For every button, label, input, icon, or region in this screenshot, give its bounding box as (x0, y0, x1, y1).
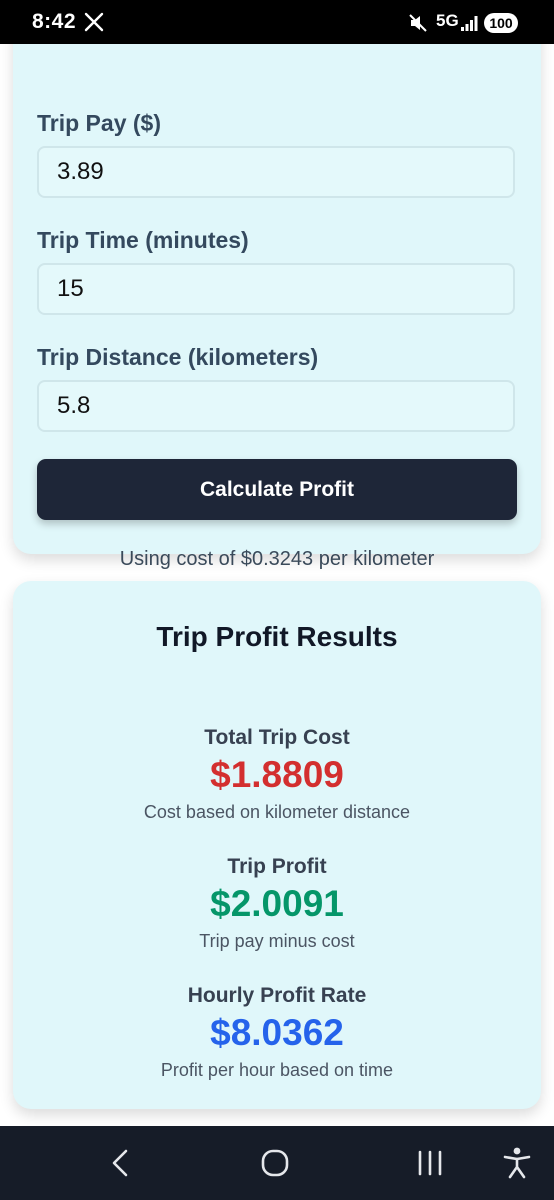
trip-distance-input[interactable] (37, 380, 515, 432)
x-app-icon (84, 12, 104, 32)
total-cost-desc: Cost based on kilometer distance (143, 802, 411, 822)
mute-icon (409, 14, 427, 32)
navigation-bar (0, 1126, 554, 1200)
battery-icon: 100 (484, 13, 518, 33)
total-cost-value: $1.8809 (210, 754, 344, 795)
network-type: 5G (436, 11, 459, 30)
trip-input-card: Trip Pay ($) Trip Time (minutes) Trip Di… (13, 44, 541, 570)
trip-pay-label: Trip Pay ($) (37, 110, 161, 136)
home-icon[interactable] (255, 1143, 295, 1183)
back-icon[interactable] (100, 1143, 140, 1183)
app-content: Trip Pay ($) Trip Time (minutes) Trip Di… (0, 44, 554, 1126)
status-bar: 8:42 5G 100 (0, 0, 554, 44)
cost-per-km-note: Using cost of $0.3243 per kilometer (119, 548, 435, 570)
hourly-rate-value: $8.0362 (210, 1012, 344, 1053)
recents-icon[interactable] (410, 1143, 450, 1183)
hourly-rate-label: Hourly Profit Rate (187, 984, 367, 1007)
trip-profit-desc: Trip pay minus cost (199, 931, 355, 951)
trip-distance-label: Trip Distance (kilometers) (37, 344, 319, 370)
results-card: Trip Profit Results Total Trip Cost $1.8… (13, 581, 541, 1109)
hourly-rate-desc: Profit per hour based on time (160, 1060, 394, 1080)
total-cost-result: Total Trip Cost $1.8809 Cost based on ki… (13, 725, 541, 825)
status-time: 8:42 (32, 10, 77, 33)
total-cost-label: Total Trip Cost (204, 726, 350, 749)
signal-icon (461, 16, 478, 31)
calculate-profit-button[interactable]: Calculate Profit (37, 459, 517, 520)
trip-time-label: Trip Time (minutes) (37, 227, 249, 253)
hourly-rate-result: Hourly Profit Rate $8.0362 Profit per ho… (13, 983, 541, 1083)
trip-pay-input[interactable] (37, 146, 515, 198)
trip-time-input[interactable] (37, 263, 515, 315)
trip-profit-value: $2.0091 (210, 883, 344, 924)
accessibility-icon[interactable] (497, 1143, 537, 1183)
trip-profit-label: Trip Profit (227, 855, 327, 878)
trip-profit-result: Trip Profit $2.0091 Trip pay minus cost (13, 854, 541, 954)
results-title: Trip Profit Results (156, 621, 398, 652)
